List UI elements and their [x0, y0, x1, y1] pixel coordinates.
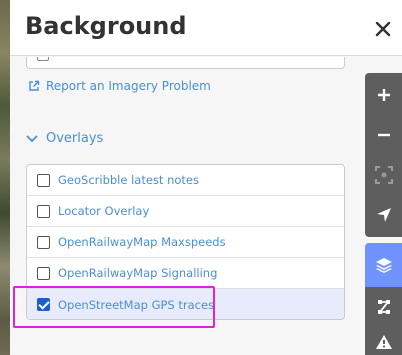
background-pane-toggle[interactable]: [365, 243, 402, 287]
overlay-label: OpenStreetMap GPS traces: [58, 297, 215, 312]
panel-body: Report an Imagery Problem Overlays GeoSc…: [10, 57, 402, 355]
report-imagery-label: Report an Imagery Problem: [46, 79, 211, 93]
external-link-icon: [29, 80, 40, 91]
close-button[interactable]: [372, 18, 394, 40]
zoom-out-icon: [377, 133, 390, 137]
overlay-list: GeoScribble latest notes Locator Overlay…: [26, 164, 345, 320]
zoom-out-button[interactable]: [365, 115, 402, 155]
zoom-to-selection-icon: [374, 166, 393, 184]
overlay-item-locator[interactable]: Locator Overlay: [27, 196, 344, 227]
zoom-in-button[interactable]: [365, 75, 402, 115]
overlay-label: GeoScribble latest notes: [58, 173, 199, 187]
report-imagery-problem-link[interactable]: Report an Imagery Problem: [28, 79, 211, 93]
issues-icon: [375, 335, 392, 349]
overlay-checkbox-checked[interactable]: [37, 298, 50, 311]
chevron-down-icon: [26, 135, 38, 142]
overlay-checkbox[interactable]: [37, 173, 50, 187]
geolocate-button[interactable]: [365, 195, 402, 235]
map-controls: [365, 73, 402, 355]
overlay-label: OpenRailwayMap Signalling: [58, 266, 218, 280]
layers-icon: [375, 258, 392, 273]
map-data-icon: [377, 300, 390, 314]
panel-title: Background: [25, 12, 187, 40]
overlay-checkbox[interactable]: [37, 204, 50, 218]
list-item-stub: [37, 57, 49, 61]
overlays-heading: Overlays: [46, 131, 104, 146]
overlay-checkbox[interactable]: [37, 235, 50, 249]
overlay-label: Locator Overlay: [58, 204, 150, 218]
background-panel: Background Report an Imagery Problem Ove…: [10, 0, 402, 355]
zoom-in-icon: [377, 89, 390, 101]
overlay-item-geoscribble[interactable]: GeoScribble latest notes: [27, 165, 344, 196]
map-canvas-edge[interactable]: [0, 0, 10, 355]
overlay-item-orm-signalling[interactable]: OpenRailwayMap Signalling: [27, 258, 344, 289]
panel-header: Background: [10, 0, 402, 56]
overlay-item-orm-maxspeeds[interactable]: OpenRailwayMap Maxspeeds: [27, 227, 344, 258]
overlays-section-toggle[interactable]: Overlays: [26, 131, 103, 146]
imagery-list: [26, 57, 345, 69]
overlay-label: OpenRailwayMap Maxspeeds: [58, 235, 226, 249]
zoom-to-selection-button[interactable]: [365, 155, 402, 195]
close-icon: [375, 21, 391, 37]
overlay-checkbox[interactable]: [37, 266, 50, 280]
issues-button[interactable]: [365, 329, 402, 355]
map-data-button[interactable]: [365, 287, 402, 327]
overlay-item-osm-gps-traces[interactable]: OpenStreetMap GPS traces: [27, 289, 344, 319]
geolocate-icon: [376, 208, 391, 222]
